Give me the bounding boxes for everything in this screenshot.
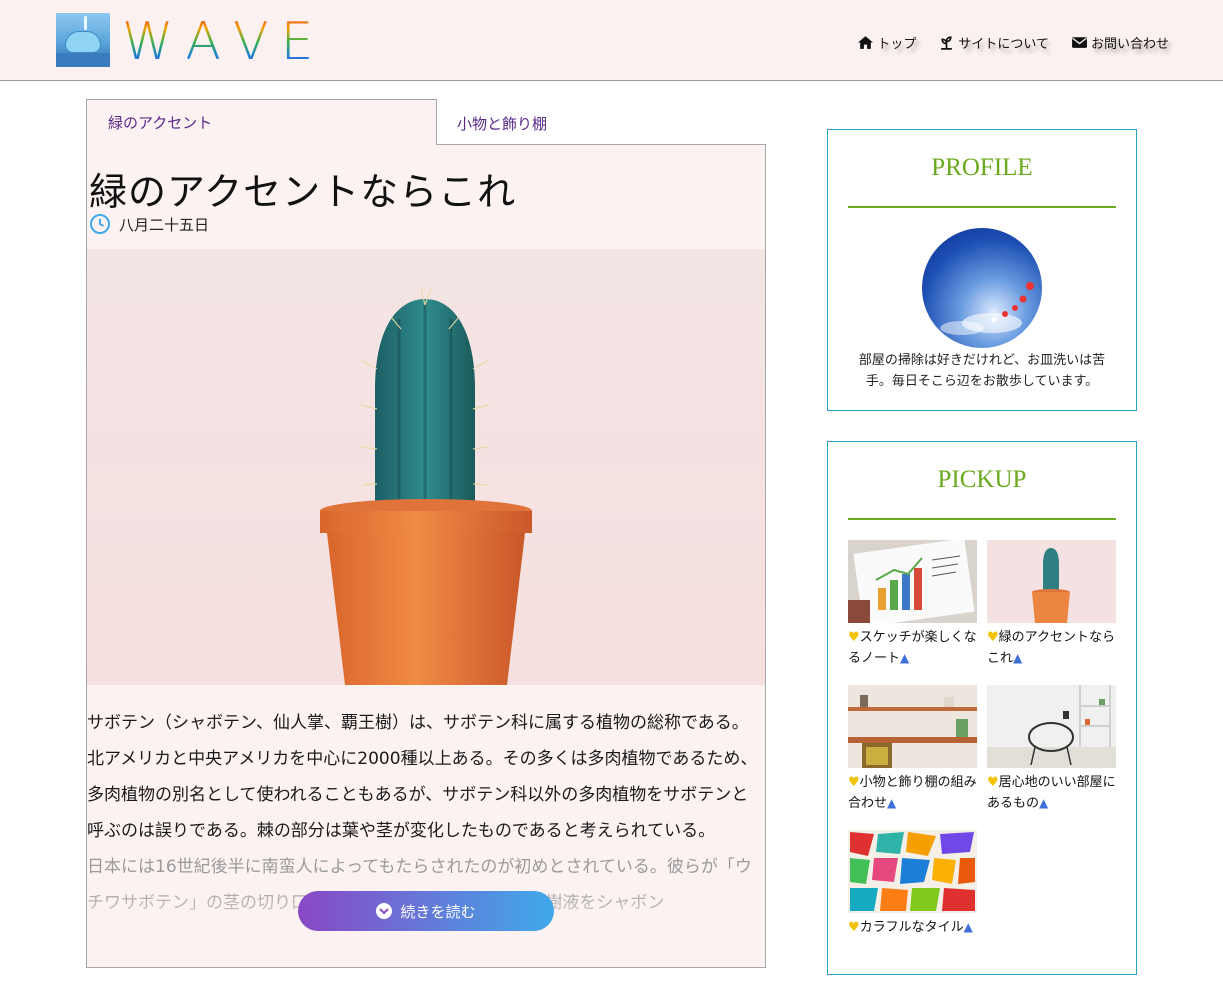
heart-icon: ♥ — [987, 630, 999, 645]
triangle-icon: ▲ — [1039, 796, 1049, 810]
pickup-title: PICKUP — [937, 466, 1027, 493]
clock-icon — [90, 214, 110, 234]
avatar — [922, 228, 1042, 348]
logo-whale-image[interactable] — [56, 13, 110, 67]
caption-text: 居心地のいい部屋にあるもの — [987, 775, 1116, 811]
heart-icon: ♥ — [848, 630, 860, 645]
profile-title: PROFILE — [931, 154, 1033, 181]
site-logo-text[interactable]: W A V E — [122, 14, 319, 70]
pickup-caption: ♥居心地のいい部屋にあるもの▲ — [987, 772, 1116, 814]
triangle-icon: ▲ — [887, 796, 897, 810]
tab-label: 小物と飾り棚 — [457, 114, 548, 133]
pickup-widget: PICKUP ♥スケッチが楽しくなるノート▲ ♥緑のアクセントならこれ▲ ♥小物… — [827, 441, 1137, 975]
main-nav: トップ サイトについて お問い合わせ — [857, 33, 1169, 52]
pickup-item[interactable]: ♥緑のアクセントならこれ▲ — [987, 540, 1116, 669]
shelf-thumbnail — [848, 685, 977, 768]
nav-label: お問い合わせ — [1090, 37, 1169, 52]
caption-text: スケッチが楽しくなるノート — [848, 630, 977, 666]
nav-label: トップ — [877, 37, 917, 52]
pickup-item[interactable]: ♥カラフルなタイル▲ — [848, 830, 977, 938]
heart-icon: ♥ — [848, 920, 860, 935]
heart-icon: ♥ — [848, 775, 860, 790]
cactus-hero-image — [87, 249, 765, 685]
home-icon — [858, 36, 874, 49]
profile-description: 部屋の掃除は好きだけれど、お皿洗いは苦手。毎日そこら辺をお散歩しています。 — [858, 353, 1106, 389]
pickup-item[interactable]: ♥スケッチが楽しくなるノート▲ — [848, 540, 977, 669]
nav-item-top[interactable]: トップ — [857, 33, 916, 52]
logo-letter: W — [122, 12, 180, 72]
caption-text: 小物と飾り棚の組み合わせ — [848, 775, 977, 811]
nav-item-contact[interactable]: お問い合わせ — [1071, 33, 1169, 52]
chevron-down-icon — [376, 903, 393, 919]
whale-icon — [65, 31, 101, 53]
logo-sea — [56, 53, 110, 67]
logo-letter: E — [280, 12, 320, 72]
date-text: 八月二十五日 — [119, 215, 210, 234]
article-card: 緑のアクセントならこれ 八月二十五日 サボテン（シャボテン、仙人掌、覇王樹）は、… — [86, 144, 766, 968]
notebook-thumbnail — [848, 540, 977, 623]
heart-icon: ♥ — [987, 775, 999, 790]
tab-label: 緑のアクセント — [108, 114, 213, 132]
tab-shelves[interactable]: 小物と飾り棚 — [457, 99, 657, 145]
read-more-button[interactable]: 続きを読む — [298, 891, 554, 931]
cactus-thumbnail — [987, 540, 1116, 623]
nav-item-about[interactable]: サイトについて — [938, 33, 1049, 52]
article-paragraph: サボテン（シャボテン、仙人掌、覇王樹）は、サボテン科に属する植物の総称である。北… — [87, 713, 758, 841]
pickup-item[interactable]: ♥居心地のいい部屋にあるもの▲ — [987, 685, 1116, 814]
pickup-caption: ♥小物と飾り棚の組み合わせ▲ — [848, 772, 977, 814]
logo-letter: V — [233, 12, 275, 72]
cactus-illustration — [320, 288, 532, 685]
tab-green-accent[interactable]: 緑のアクセント — [86, 99, 437, 145]
tiles-thumbnail — [848, 830, 977, 913]
pickup-item[interactable]: ♥小物と飾り棚の組み合わせ▲ — [848, 685, 977, 814]
room-thumbnail — [987, 685, 1116, 768]
triangle-icon: ▲ — [1013, 651, 1023, 665]
profile-widget: PROFILE 部屋の掃除は好きだけれど、お皿洗いは苦手。毎日そこら辺をお散歩し… — [827, 129, 1137, 411]
read-more-label: 続きを読む — [400, 902, 476, 921]
plant-icon — [941, 36, 953, 50]
site-header: W A V E トップ サイトについて お問い合わせ — [0, 0, 1223, 81]
title-underline — [848, 518, 1116, 520]
title-underline — [848, 206, 1116, 208]
nav-label: サイトについて — [958, 37, 1049, 52]
balloons-illustration — [940, 282, 1034, 335]
logo-letter: A — [185, 12, 227, 72]
caption-text: カラフルなタイル — [859, 920, 964, 935]
pickup-caption: ♥緑のアクセントならこれ▲ — [987, 627, 1116, 669]
article-date: 八月二十五日 — [89, 213, 209, 235]
article-title: 緑のアクセントならこれ — [89, 170, 517, 214]
triangle-icon: ▲ — [900, 651, 910, 665]
triangle-icon: ▲ — [963, 920, 973, 934]
pickup-caption: ♥スケッチが楽しくなるノート▲ — [848, 627, 977, 669]
pickup-caption: ♥カラフルなタイル▲ — [848, 917, 977, 938]
whale-spout — [84, 16, 87, 30]
caption-text: 緑のアクセントならこれ — [987, 630, 1116, 666]
envelope-icon — [1072, 37, 1087, 48]
